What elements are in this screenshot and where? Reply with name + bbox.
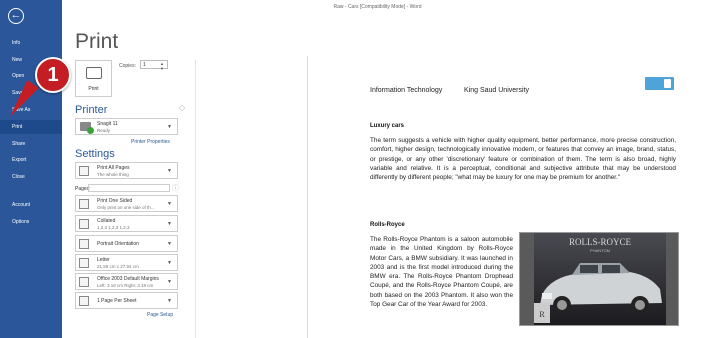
section-heading: Luxury cars — [370, 123, 405, 129]
option-subtitle: Only print on one side of th... — [97, 205, 155, 210]
chevron-down-icon: ▼ — [167, 260, 172, 266]
print-range-dropdown[interactable]: Print All Pages The whole thing ▼ — [75, 162, 178, 179]
chevron-down-icon: ▼ — [167, 221, 172, 227]
pages-per-sheet-dropdown[interactable]: 1 Page Per Sheet ▼ — [75, 292, 178, 309]
svg-text:R: R — [539, 310, 545, 319]
nav-item-label: Print — [12, 124, 23, 130]
nav-item-label: Share — [12, 141, 26, 147]
university-logo — [645, 77, 674, 90]
orientation-dropdown[interactable]: Portrait Orientation ▼ — [75, 235, 178, 252]
doc-header-left: Information Technology — [370, 87, 443, 94]
chevron-down-icon: ▼ — [167, 168, 172, 174]
nav-item-label: New — [12, 57, 23, 63]
window-title: Raw - Cars [Compatibility Mode] - Word — [333, 4, 422, 10]
preview-page: Information Technology King Saud Univers… — [307, 56, 713, 338]
section-paragraph: The term suggests a vehicle with higher … — [370, 137, 676, 182]
chevron-down-icon: ▼ — [167, 124, 172, 130]
section-paragraph: The Rolls-Royce Phantom is a saloon auto… — [370, 236, 513, 309]
doc-header-right: King Saud University — [464, 87, 529, 94]
nav-item-label: Export — [12, 157, 27, 163]
settings-heading: Settings — [75, 148, 115, 160]
copies-label: Copies: — [119, 63, 136, 69]
nav-item-print[interactable]: Print — [0, 120, 62, 134]
photo-caption: ROLLS-ROYCE — [569, 237, 632, 247]
printer-status-icon — [80, 122, 94, 134]
margins-dropdown[interactable]: Office 2003 Default Margins Left: 3.18 c… — [75, 273, 178, 290]
chevron-down-icon: ▼ — [167, 201, 172, 207]
back-arrow-icon[interactable]: ← — [8, 8, 24, 24]
photo-subcaption: PHANTOM — [590, 248, 610, 253]
collated-icon — [79, 219, 89, 229]
car-photo-art: ROLLS-ROYCE PHANTOM R — [520, 233, 678, 325]
pages-input[interactable] — [88, 184, 170, 192]
car-photo: ROLLS-ROYCE PHANTOM R — [519, 232, 679, 326]
nav-item-options[interactable]: Options — [0, 215, 62, 229]
option-subtitle: The whole thing — [97, 172, 129, 177]
printer-dropdown[interactable]: Snagit 11 Ready ▼ — [75, 118, 178, 135]
margins-icon — [79, 277, 89, 287]
pages-icon — [79, 166, 89, 176]
option-title: Print One Sided — [97, 198, 133, 204]
printer-icon — [85, 67, 102, 79]
option-title: Letter — [97, 257, 110, 263]
printer-properties-link[interactable]: Printer Properties — [131, 139, 170, 145]
chevron-down-icon: ▼ — [167, 298, 172, 304]
option-title: Print All Pages — [97, 165, 130, 171]
option-title: 1 Page Per Sheet — [97, 298, 137, 304]
nav-item-label: Info — [12, 40, 21, 46]
info-icon[interactable]: ◇ — [179, 103, 185, 112]
nav-item-share[interactable]: Share — [0, 137, 62, 151]
nav-item-export[interactable]: Export — [0, 153, 62, 167]
section-heading: Rolls-Royce — [370, 222, 405, 228]
printer-status: Ready — [97, 128, 111, 133]
page-title: Print — [75, 30, 119, 53]
option-subtitle: 1,2,3 1,2,3 1,2,3 — [97, 225, 130, 230]
chevron-down-icon: ▼ — [167, 279, 172, 285]
sides-dropdown[interactable]: Print One Sided Only print on one side o… — [75, 195, 178, 212]
print-button[interactable]: Print — [75, 60, 112, 97]
collation-dropdown[interactable]: Collated 1,2,3 1,2,3 1,2,3 ▼ — [75, 215, 178, 232]
option-subtitle: Left: 3.18 cm Right: 3.18 cm — [97, 283, 154, 288]
portrait-icon — [79, 239, 89, 249]
paper-size-dropdown[interactable]: Letter 21.59 cm x 27.94 cm ▼ — [75, 254, 178, 271]
pages-per-sheet-icon — [79, 296, 89, 306]
printer-name: Snagit 11 — [97, 121, 118, 127]
nav-item-label: Close — [12, 174, 25, 180]
copies-spinner-icon[interactable]: ▲ ▼ — [160, 61, 164, 71]
nav-item-account[interactable]: Account — [0, 198, 62, 212]
backstage-nav: ← Info New Open Save Save As Print Share… — [0, 0, 62, 338]
nav-item-label: Options — [12, 219, 30, 225]
print-button-label: Print — [88, 86, 99, 92]
page-setup-link[interactable]: Page Setup — [147, 312, 173, 318]
chevron-down-icon: ▼ — [167, 241, 172, 247]
one-sided-icon — [79, 199, 89, 209]
info-icon[interactable]: ⓘ — [172, 183, 179, 193]
pane-divider — [195, 60, 196, 338]
nav-item-label: Account — [12, 202, 31, 208]
nav-item-close[interactable]: Close — [0, 170, 62, 184]
nav-item-info[interactable]: Info — [0, 36, 62, 50]
option-title: Portrait Orientation — [97, 241, 139, 247]
option-subtitle: 21.59 cm x 27.94 cm — [97, 264, 139, 269]
nav-item-label: Open — [12, 73, 25, 79]
option-title: Office 2003 Default Margins — [97, 276, 159, 282]
printer-heading: Printer — [75, 104, 108, 116]
callout-badge: 1 — [35, 57, 71, 93]
paper-icon — [79, 258, 89, 268]
option-title: Collated — [97, 218, 116, 224]
